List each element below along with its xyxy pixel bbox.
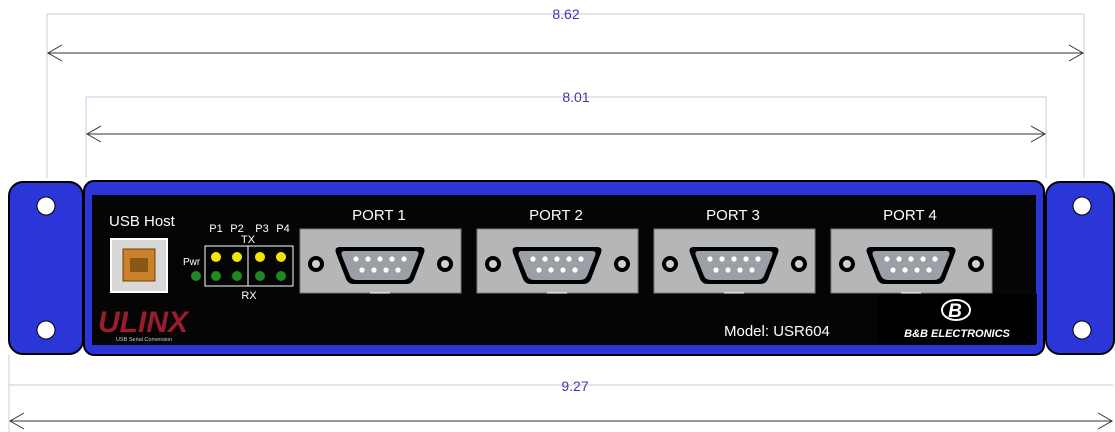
db9-pin-icon (359, 267, 365, 273)
db9-pin-icon (731, 256, 737, 262)
db9-connector-1 (299, 228, 462, 294)
db9-pin-icon (926, 267, 932, 273)
db9-pin-icon (755, 256, 761, 262)
db9-pin-icon (707, 256, 713, 262)
pwr-label: Pwr (183, 257, 201, 268)
bb-brand-name: B&B ELECTRONICS (904, 328, 1010, 340)
db9-pin-icon (920, 256, 926, 262)
tx-led-p3-icon (255, 252, 265, 262)
db9-pin-icon (578, 256, 584, 262)
db9-pin-icon (542, 256, 548, 262)
dimension-label-9-27: 9.27 (561, 378, 588, 394)
db9-pin-icon (572, 267, 578, 273)
db9-pin-icon (389, 256, 395, 262)
dimension-label-8-01: 8.01 (562, 89, 589, 105)
db9-pin-icon (566, 256, 572, 262)
db9-pin-icon (560, 267, 566, 273)
tx-led-p1-icon (211, 252, 221, 262)
db9-pin-icon (737, 267, 743, 273)
model-label: Model: USR604 (724, 323, 830, 340)
dimension-8-01: 8.01 (85, 89, 1047, 178)
db9-pin-icon (743, 256, 749, 262)
rx-led-p4-icon (276, 271, 286, 281)
port-4-label: PORT 4 (883, 207, 937, 224)
db9-pin-icon (932, 256, 938, 262)
mounting-hole-icon (1072, 196, 1092, 216)
dimension-label-8-62: 8.62 (552, 6, 579, 22)
db9-pin-icon (365, 256, 371, 262)
rx-led-p1-icon (211, 271, 221, 281)
p1-label: P1 (209, 223, 222, 235)
db9-pin-icon (395, 267, 401, 273)
rx-led-p3-icon (255, 271, 265, 281)
usb-b-port-icon (110, 238, 168, 293)
db9-pin-icon (896, 256, 902, 262)
port-1-label: PORT 1 (352, 207, 406, 224)
db9-pin-icon (749, 267, 755, 273)
db9-pin-icon (914, 267, 920, 273)
db9-pin-icon (902, 267, 908, 273)
port-3-label: PORT 3 (706, 207, 760, 224)
db9-pin-icon (530, 256, 536, 262)
db9-connector-2 (476, 228, 639, 294)
bb-electronics-logo: B B&B ELECTRONICS (877, 294, 1037, 344)
db9-connector-4 (830, 228, 993, 294)
rx-led-p2-icon (232, 271, 242, 281)
db9-pin-icon (401, 256, 407, 262)
db9-pin-icon (713, 267, 719, 273)
db9-pin-icon (383, 267, 389, 273)
db9-pin-icon (890, 267, 896, 273)
mounting-ear-left (8, 181, 84, 355)
tx-led-p2-icon (232, 252, 242, 262)
p4-label: P4 (276, 223, 289, 235)
power-led-icon (191, 271, 201, 281)
mounting-ear-right (1045, 181, 1115, 355)
mounting-hole-icon (1072, 320, 1092, 340)
db9-pin-icon (353, 256, 359, 262)
tx-led-p4-icon (276, 252, 286, 262)
port-2-label: PORT 2 (529, 207, 583, 224)
db9-pin-icon (548, 267, 554, 273)
dimension-9-27: 9.27 (8, 355, 1114, 432)
p3-label: P3 (255, 223, 268, 235)
db9-pin-icon (377, 256, 383, 262)
db9-pin-icon (536, 267, 542, 273)
db9-pin-icon (908, 256, 914, 262)
db9-pin-icon (554, 256, 560, 262)
db9-pin-icon (719, 256, 725, 262)
mounting-hole-icon (36, 196, 56, 216)
db9-pin-icon (725, 267, 731, 273)
db9-pin-icon (884, 256, 890, 262)
ulinx-logo: ULINX USB Serial Conversion (98, 306, 190, 343)
usb-host-label: USB Host (109, 213, 176, 230)
db9-pin-icon (371, 267, 377, 273)
usr604-front-panel-drawing: 8.62 8.01 9.27 USB Host Pwr P1 P2 P3 P4 … (8, 6, 1115, 432)
ulinx-logo-text: ULINX (98, 306, 190, 339)
tx-label: TX (241, 234, 256, 246)
db9-connector-3 (653, 228, 816, 294)
ulinx-tagline: USB Serial Conversion (116, 337, 172, 343)
rx-label: RX (241, 290, 257, 302)
mounting-hole-icon (36, 320, 56, 340)
